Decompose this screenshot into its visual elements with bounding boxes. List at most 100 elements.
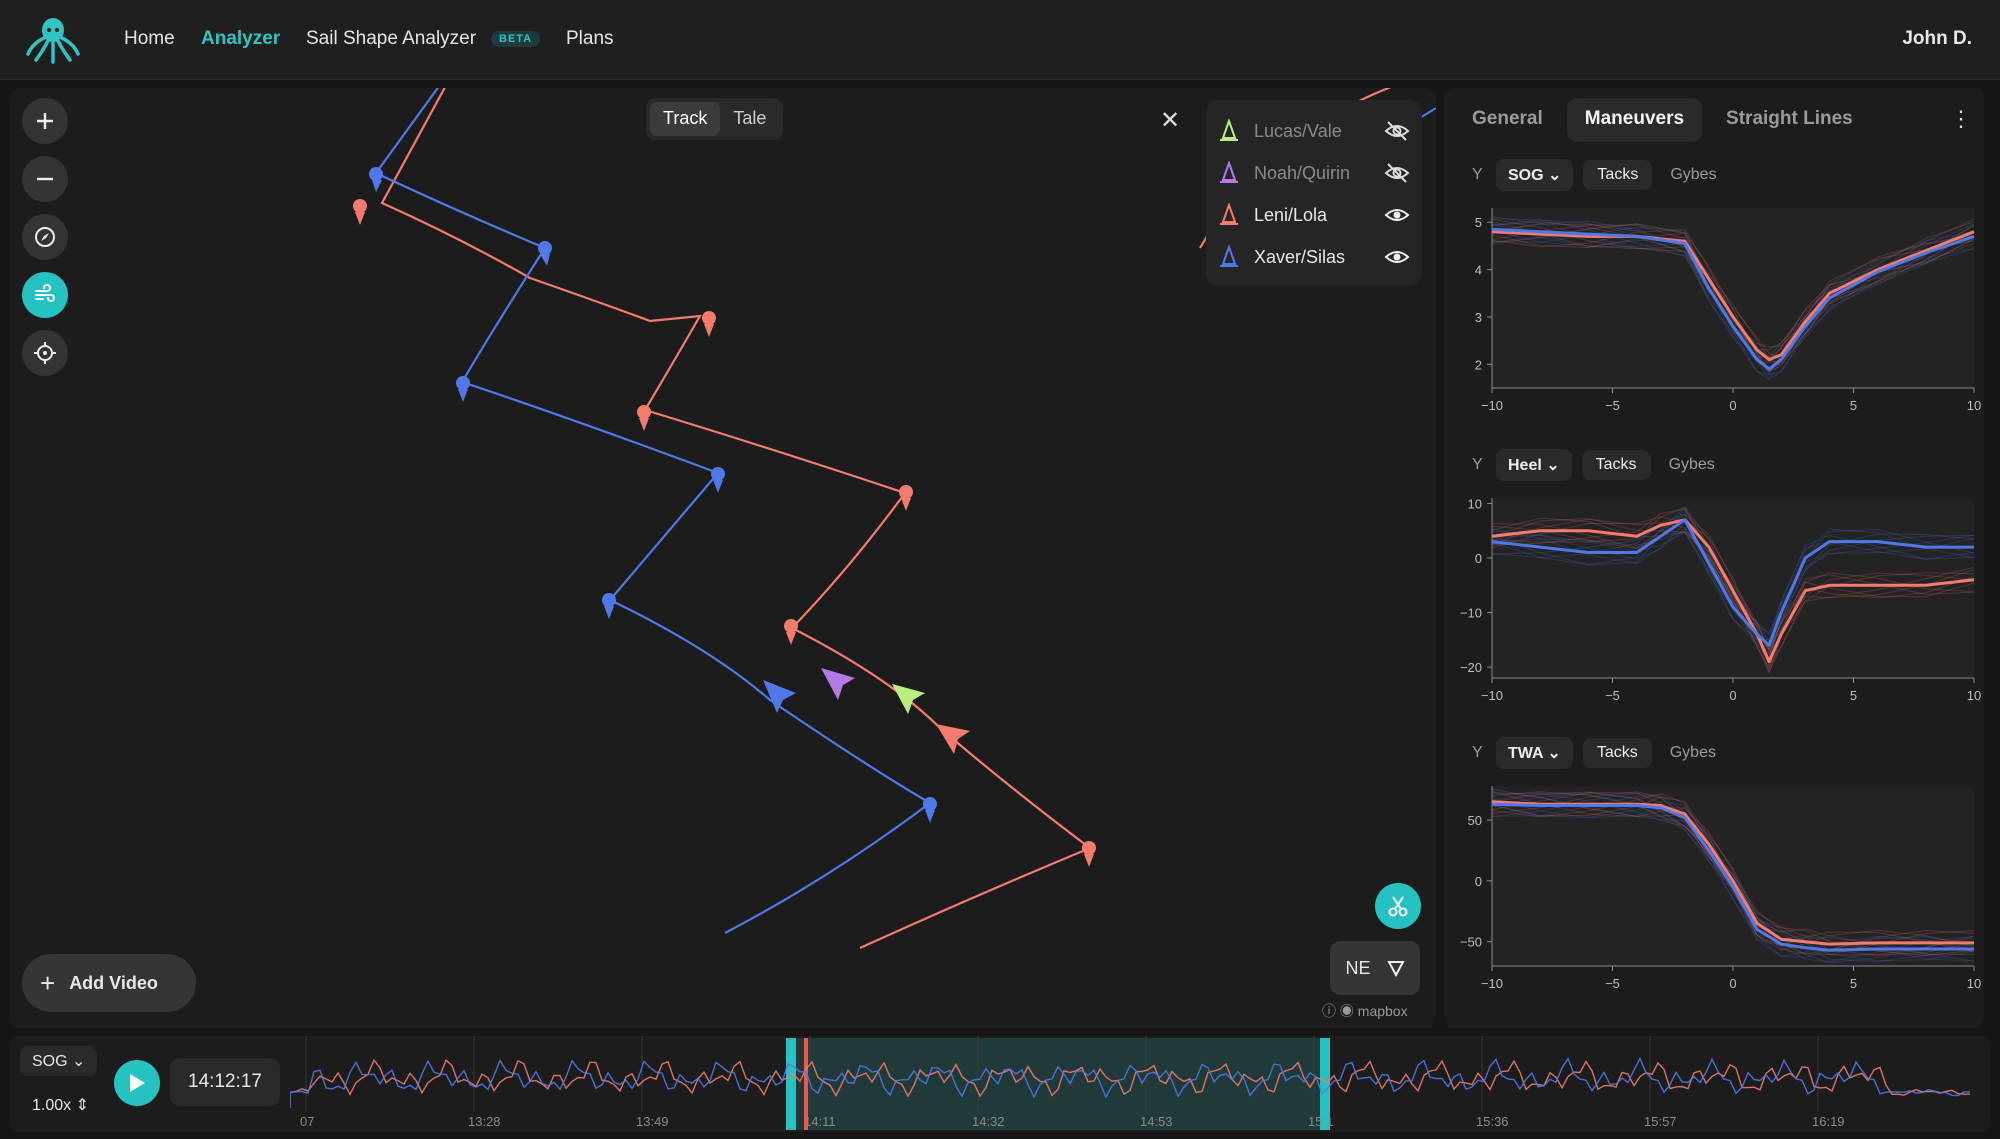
compass-button[interactable] [22,214,68,260]
locate-button[interactable] [22,330,68,376]
boat-arrow-xaver-silas [763,680,796,713]
y-axis-selector-label: Y [1472,166,1483,183]
boat-legend: Lucas/Vale Noah/Quirin Leni/Lola Xaver/S… [1206,100,1422,286]
gybes-toggle[interactable]: Gybes [1662,160,1724,190]
boat-name: Xaver/Silas [1254,246,1346,267]
mapbox-label: mapbox [1357,1003,1408,1019]
play-button[interactable] [114,1060,160,1106]
time-tick-label: 15:57 [1644,1114,1677,1129]
nav-analyzer-link[interactable]: Analyzer [201,28,280,50]
map-view[interactable]: Track Tale ✕ Lucas/Vale Noah/Quirin Leni… [10,88,1436,1028]
legend-row-leni-lola[interactable]: Leni/Lola [1218,194,1410,236]
eye-icon[interactable] [1384,246,1410,268]
y-tick-label: −50 [1460,935,1482,950]
gybes-toggle[interactable]: Gybes [1661,450,1723,480]
time-tick-label: 13:28 [468,1114,501,1129]
octopus-logo-icon[interactable] [24,14,82,66]
mapbox-attribution[interactable]: ⓘ ◉ mapbox [1322,1001,1408,1021]
timeline-bar: SOG ⌄ 1.00x ⇕ 14:12:17 07 13:28 13:49 14:11… [10,1036,1990,1132]
y-tick-label: 2 [1475,357,1482,372]
metric-dropdown[interactable]: SOG ⌄ [1496,159,1574,191]
x-tick-label: −5 [1605,688,1620,703]
wind-direction-control[interactable]: NE [1330,941,1420,995]
x-tick-label: −5 [1605,976,1620,991]
tacks-toggle[interactable]: Tacks [1581,450,1651,480]
heel-maneuver-chart[interactable]: 10 0 −10 −20 −10 −5 0 5 10 [1444,488,1984,718]
time-tick-label: 16:19 [1812,1114,1845,1129]
x-tick-label: −5 [1605,398,1620,413]
nav-plans-link[interactable]: Plans [566,28,614,50]
y-tick-label: 5 [1475,215,1482,230]
legend-row-lucas-vale[interactable]: Lucas/Vale [1218,110,1410,152]
x-tick-label: 10 [1967,688,1981,703]
tacks-toggle[interactable]: Tacks [1582,738,1652,768]
wind-icon [35,284,55,302]
zoom-in-button[interactable] [22,98,68,144]
tack-markers-red [353,199,1096,867]
tab-track[interactable]: Track [650,102,721,136]
nav-sail-shape-link[interactable]: Sail Shape Analyzer [306,28,476,50]
tacks-toggle[interactable]: Tacks [1583,160,1653,190]
chart-controls-heel: Y Heel ⌄ Tacks Gybes [1472,448,1723,482]
tab-general[interactable]: General [1454,98,1561,142]
eye-icon[interactable] [1384,204,1410,226]
plus-icon: + [40,967,56,998]
gybes-toggle[interactable]: Gybes [1662,738,1724,768]
eye-off-icon[interactable] [1384,162,1410,184]
legend-row-noah-quirin[interactable]: Noah/Quirin [1218,152,1410,194]
x-tick-label: −10 [1481,976,1503,991]
x-tick-label: 0 [1729,688,1736,703]
x-tick-label: 10 [1967,398,1981,413]
x-tick-label: 10 [1967,976,1981,991]
add-video-button[interactable]: + Add Video [22,954,196,1012]
sailboat-icon [1220,161,1238,183]
metric-dropdown[interactable]: TWA ⌄ [1496,737,1573,769]
y-tick-label: 0 [1475,551,1482,566]
time-tick-label: 13:49 [636,1114,669,1129]
tab-maneuvers[interactable]: Maneuvers [1566,98,1703,142]
boat-name: Noah/Quirin [1254,162,1351,183]
twa-maneuver-chart[interactable]: 500−50−10 −5 0 5 10 [1444,776,1984,1006]
metric-label: SOG [1508,167,1544,184]
tab-tale[interactable]: Tale [720,102,779,136]
metric-dropdown[interactable]: Heel ⌄ [1496,449,1572,481]
track-tale-toggle: Track Tale [646,98,784,140]
timeline-metric-dropdown[interactable]: SOG ⌄ [20,1046,98,1076]
x-tick-label: 5 [1850,398,1857,413]
tack-markers-blue [369,167,937,823]
wind-layer-button[interactable] [22,272,68,318]
close-legend-button[interactable]: ✕ [1160,106,1180,135]
zoom-out-button[interactable] [22,156,68,202]
cut-button[interactable] [1375,883,1421,929]
time-tick-label: 14:11 [804,1114,836,1129]
sailboat-icon [1220,245,1238,267]
range-start-handle[interactable] [786,1038,796,1130]
add-video-label: Add Video [69,972,158,993]
y-tick-label: 4 [1475,263,1482,278]
sog-maneuver-chart[interactable]: 2 3 4 5 −10 −5 0 5 10 [1444,198,1984,428]
x-tick-label: 0 [1729,398,1736,413]
boat-name: Leni/Lola [1254,204,1328,225]
legend-row-xaver-silas[interactable]: Xaver/Silas [1218,236,1410,278]
metric-label: Heel [1508,457,1542,474]
y-tick-label: 3 [1475,310,1482,325]
chart-controls-twa: Y TWA ⌄ Tacks Gybes [1472,736,1724,770]
time-tick-label: 14:32 [972,1114,1005,1129]
user-menu[interactable]: John D. [1902,28,1972,50]
more-options-icon[interactable]: ⋮ [1950,106,1972,132]
x-tick-label: −10 [1481,398,1503,413]
y-tick-label: 0 [1475,874,1482,889]
compass-icon [35,227,55,247]
boat-name: Lucas/Vale [1254,120,1342,141]
y-axis-selector-label: Y [1472,744,1483,761]
sailboat-icon [1220,203,1238,225]
playback-speed-stepper[interactable]: 1.00x ⇕ [20,1090,101,1120]
beta-badge: BETA [491,31,541,47]
top-navigation-bar: Home Analyzer Sail Shape Analyzer BETA P… [0,0,2000,80]
tab-straight-lines[interactable]: Straight Lines [1708,98,1871,142]
nav-home-link[interactable]: Home [124,28,175,50]
eye-off-icon[interactable] [1384,120,1410,142]
y-tick-label: −20 [1460,660,1482,675]
metric-label: TWA [1508,745,1543,762]
timeline-scrubber[interactable]: 07 13:28 13:49 14:11 14:32 14:53 15:1 15:36 15:5… [290,1036,1980,1132]
